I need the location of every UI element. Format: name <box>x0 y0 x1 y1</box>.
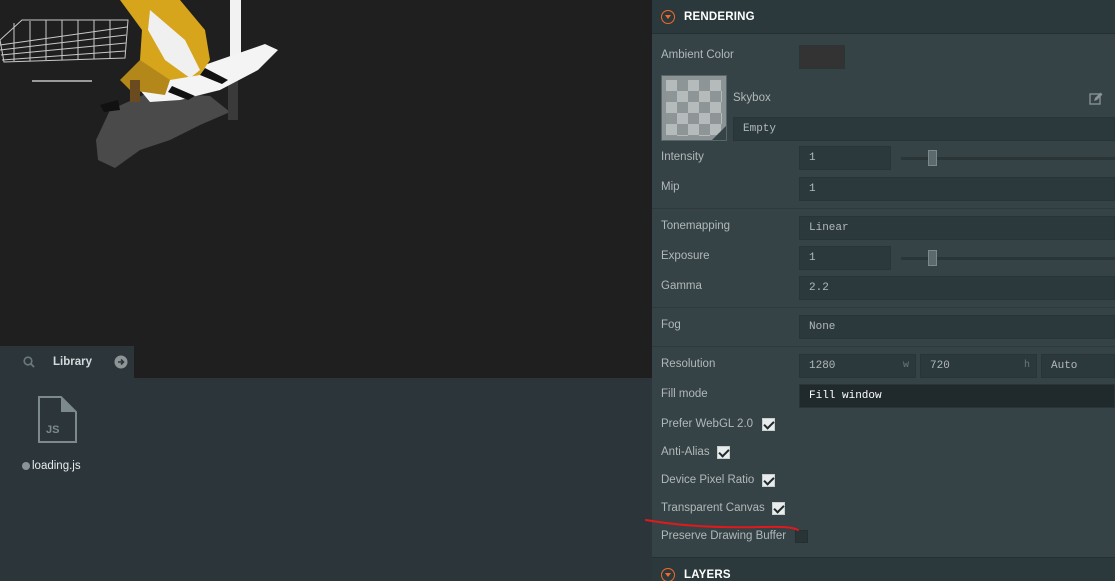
device-pixel-ratio-label: Device Pixel Ratio <box>661 474 755 486</box>
resolution-label: Resolution <box>661 358 716 370</box>
anti-alias-checkbox[interactable] <box>717 446 730 459</box>
exposure-slider-handle[interactable] <box>928 250 937 266</box>
asset-item[interactable]: JS loading.js <box>22 396 112 486</box>
library-tab-strip: Library <box>0 346 652 378</box>
resolution-height-input[interactable]: 720 h <box>920 354 1037 378</box>
preserve-drawing-buffer-checkbox[interactable] <box>795 530 808 543</box>
resolution-width-value: 1280 <box>809 360 836 372</box>
layers-header[interactable]: LAYERS <box>652 557 1115 581</box>
tonemapping-select[interactable]: Linear <box>799 216 1115 240</box>
fill-mode-label: Fill mode <box>661 388 708 400</box>
resolution-width-input[interactable]: 1280 w <box>799 354 916 378</box>
preserve-drawing-buffer-label: Preserve Drawing Buffer <box>661 530 787 542</box>
skybox-asset-field[interactable]: Empty <box>733 117 1115 141</box>
arrow-right-circle-icon[interactable] <box>114 355 128 369</box>
resolution-height-value: 720 <box>930 360 950 372</box>
resolution-width-suffix: w <box>902 360 909 371</box>
transparent-canvas-checkbox[interactable] <box>772 502 785 515</box>
exposure-input[interactable]: 1 <box>799 246 891 270</box>
mip-input[interactable]: 1 <box>799 177 1115 201</box>
resolution-height-suffix: h <box>1023 360 1030 371</box>
asset-name: loading.js <box>32 460 81 472</box>
gamma-label: Gamma <box>661 280 702 292</box>
grid-gizmo <box>0 19 129 63</box>
ambient-color-label: Ambient Color <box>661 49 734 61</box>
divider <box>652 307 1115 308</box>
scene-viewport[interactable] <box>0 0 652 346</box>
intensity-slider-handle[interactable] <box>928 150 937 166</box>
intensity-label: Intensity <box>661 151 704 163</box>
skybox-label: Skybox <box>733 92 771 104</box>
edit-icon[interactable] <box>1089 92 1103 106</box>
rendering-title: RENDERING <box>684 11 755 23</box>
asset-type-label: JS <box>46 424 59 436</box>
library-content: JS loading.js <box>0 378 652 581</box>
mip-label: Mip <box>661 181 680 193</box>
divider <box>652 208 1115 209</box>
search-icon[interactable] <box>22 355 36 369</box>
js-file-icon: JS <box>30 396 78 444</box>
intensity-input[interactable]: 1 <box>799 146 891 170</box>
collapse-chevron-icon[interactable] <box>661 10 675 24</box>
collapse-chevron-icon[interactable] <box>661 568 675 581</box>
exposure-label: Exposure <box>661 250 710 262</box>
fog-label: Fog <box>661 319 681 331</box>
transparent-canvas-label: Transparent Canvas <box>661 502 765 514</box>
skybox-thumbnail[interactable] <box>661 75 727 141</box>
library-tab[interactable]: Library <box>0 346 134 378</box>
asset-status-dot <box>22 462 30 470</box>
resolution-mode-select[interactable]: Auto <box>1041 354 1115 378</box>
rendering-header[interactable]: RENDERING <box>652 0 1115 34</box>
layers-title: LAYERS <box>684 569 731 581</box>
prefer-webgl2-checkbox[interactable] <box>762 418 775 431</box>
fill-mode-select[interactable]: Fill window <box>799 384 1115 408</box>
scene-render <box>0 0 278 168</box>
inspector-panel: RENDERING Ambient Color Skybox Empty Int… <box>652 0 1115 581</box>
ambient-color-swatch[interactable] <box>799 45 845 69</box>
pole <box>230 0 241 60</box>
library-panel: Library JS loading.js <box>0 346 652 581</box>
grid-label <box>32 80 92 82</box>
library-title: Library <box>53 356 92 368</box>
fog-select[interactable]: None <box>799 315 1115 339</box>
divider <box>652 346 1115 347</box>
tonemapping-label: Tonemapping <box>661 220 731 232</box>
anti-alias-label: Anti-Alias <box>661 446 710 458</box>
device-pixel-ratio-checkbox[interactable] <box>762 474 775 487</box>
gamma-input[interactable]: 2.2 <box>799 276 1115 300</box>
prefer-webgl2-label: Prefer WebGL 2.0 <box>661 418 754 430</box>
